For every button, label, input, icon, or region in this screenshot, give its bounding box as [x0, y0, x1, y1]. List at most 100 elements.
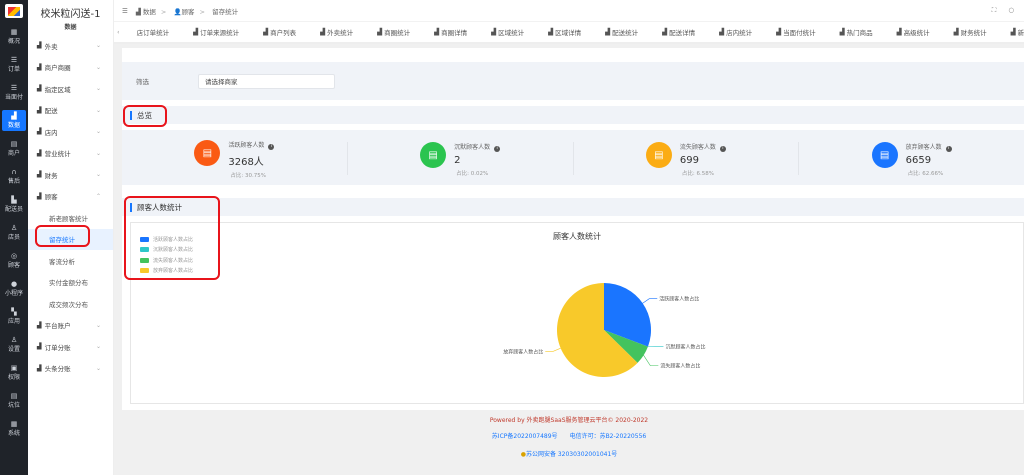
sidebar-item[interactable]: ▟ 外卖 ⌄: [28, 35, 113, 57]
rail-item-5[interactable]: ∩ 售后: [2, 166, 26, 187]
sidebar-item[interactable]: ▟ 平台账户 ⌄: [28, 315, 113, 337]
rail-item-14[interactable]: ▦ 系统: [2, 418, 26, 439]
chart-icon: ▟: [548, 28, 554, 36]
icp-link[interactable]: 苏ICP备2022007489号: [492, 433, 558, 440]
rail-item-0[interactable]: ▦ 概况: [2, 26, 26, 47]
rail-item-4[interactable]: ▤ 商户: [2, 138, 26, 159]
main-content: 筛选 请选择商家 总览 ▤ 活跃顾客人数 i 3268人 占比: 30.75% ▤ 沉默顾客…: [114, 44, 1024, 475]
sidebar-subitem[interactable]: 成交频次分布: [28, 293, 113, 315]
info-icon[interactable]: i: [494, 146, 501, 152]
tab[interactable]: ▟ 财务统计: [942, 22, 999, 42]
police-record-link[interactable]: 苏公网安备 32030302001041号: [526, 451, 617, 458]
rail-item-9[interactable]: ● 小程序: [2, 278, 26, 299]
sidebar-item[interactable]: ▟ 店内 ⌄: [28, 121, 113, 143]
menu-icon: ▟: [37, 128, 42, 136]
stat-value: 699: [679, 155, 699, 166]
menu-icon: ▟: [37, 149, 42, 157]
settings-icon[interactable]: ○: [1008, 6, 1014, 15]
info-icon[interactable]: i: [268, 144, 275, 150]
tab-label: 区域统计: [498, 29, 525, 37]
rail-item-label: 概况: [7, 38, 20, 45]
info-icon[interactable]: i: [945, 146, 952, 152]
tab[interactable]: ▟ 热门商品: [828, 22, 885, 42]
breadcrumb-item: 留存统计: [212, 7, 239, 16]
tab[interactable]: ▟ 店内统计: [707, 22, 764, 42]
clipboard-icon: ▤: [420, 142, 447, 168]
stat-label: 流失顾客人数: [679, 144, 716, 151]
rail-item-3[interactable]: ▟ 数据: [2, 110, 26, 131]
rail-item-13[interactable]: ▤ 坑位: [2, 390, 26, 411]
chart-section-header: 顾客人数统计: [122, 198, 1024, 216]
tab[interactable]: ▟ 区域详情: [536, 22, 593, 42]
chart-icon: ▟: [193, 28, 199, 36]
tab-label: 外卖统计: [327, 29, 354, 37]
highlight-annotation: [124, 196, 220, 280]
tab[interactable]: ▟ 区域统计: [479, 22, 536, 42]
rail-item-8[interactable]: ◎ 顾客: [2, 250, 26, 271]
windows-icon: ▦: [10, 420, 18, 428]
tab-label: 配送详情: [669, 29, 696, 37]
stat-percent: 占比: 6.58%: [681, 171, 714, 177]
rail-item-10[interactable]: ▚ 应用: [2, 306, 26, 327]
rail-item-7[interactable]: ♙ 店员: [2, 222, 26, 243]
tab[interactable]: ▟新老顾客统计: [999, 22, 1024, 42]
chart-icon: ▟: [377, 28, 383, 36]
tab[interactable]: ▟ 外卖统计: [308, 22, 365, 42]
tab[interactable]: ▟ 订单来源统计: [181, 22, 251, 42]
rail-item-label: 系统: [7, 430, 20, 437]
overview-header: 总览: [122, 106, 1024, 124]
chevron-down-icon: ⌄: [95, 343, 101, 351]
rail-item-2[interactable]: ☰ 当面付: [2, 82, 26, 103]
fullscreen-icon[interactable]: ⛶: [992, 6, 997, 15]
breadcrumb-item[interactable]: 👤顾客: [173, 8, 194, 16]
tab[interactable]: ▟ 商圈统计: [365, 22, 422, 42]
filter-bar: 筛选 请选择商家: [122, 62, 1024, 100]
tab[interactable]: ▟ 配送详情: [650, 22, 707, 42]
rail-item-1[interactable]: ☰ 订单: [2, 54, 26, 75]
sidebar-item[interactable]: ▟ 商户商圈 ⌄: [28, 57, 113, 79]
sidebar-item[interactable]: ▟ 营业统计 ⌄: [28, 143, 113, 165]
menu-icon: ▟: [37, 343, 42, 351]
telecom-license[interactable]: 电信许可：苏B2-20220556: [570, 433, 647, 440]
sidebar-item[interactable]: ▟ 财务 ⌄: [28, 164, 113, 186]
sidebar-subitem[interactable]: 客流分析: [28, 250, 113, 272]
list-icon: ☰: [10, 56, 18, 64]
tab-label: 商户列表: [270, 29, 297, 37]
menu-icon: ▟: [37, 192, 42, 200]
merchant-select[interactable]: 请选择商家: [198, 73, 335, 89]
tab-label: 当面付统计: [783, 29, 816, 37]
chart-icon: ▟: [434, 28, 440, 36]
menu-icon: ▟: [37, 63, 42, 71]
tab[interactable]: ▟ 配送统计: [593, 22, 650, 42]
rail-item-12[interactable]: ▣ 权限: [2, 362, 26, 383]
slice-label: 活跃顾客人数占比: [659, 296, 699, 303]
highlight-annotation: [123, 105, 167, 127]
rail-item-6[interactable]: ▙ 配送员: [2, 194, 26, 215]
rail-item-label: 顾客: [7, 262, 20, 269]
tab[interactable]: ▟ 当面付统计: [764, 22, 828, 42]
rail-item-11[interactable]: ♙ 设置: [2, 334, 26, 355]
tab[interactable]: ▟ 商户列表: [251, 22, 308, 42]
menu-toggle-icon[interactable]: ☰: [122, 7, 128, 15]
chevron-down-icon: ⌄: [95, 106, 101, 114]
tab[interactable]: ▟ 商圈详情: [422, 22, 479, 42]
tab-label: 商圈统计: [384, 29, 411, 37]
pie-chart: 活跃顾客人数占比沉默顾客人数占比流失顾客人数占比 放弃顾客人数占比: [503, 283, 705, 377]
sidebar-subitem[interactable]: 实付金额分布: [28, 272, 113, 294]
sidebar-item[interactable]: ▟ 订单分账 ⌄: [28, 336, 113, 358]
rail-item-label: 店员: [7, 234, 20, 241]
section-title: 数据: [64, 24, 77, 31]
rail-item-label: 订单: [7, 66, 20, 73]
sidebar-item[interactable]: ▟ 指定区域 ⌄: [28, 78, 113, 100]
info-icon[interactable]: i: [719, 146, 726, 152]
sidebar-item-label: 头条分账: [44, 365, 71, 374]
sidebar-item[interactable]: ▟ 顾客 ⌃: [28, 186, 113, 208]
sidebar-item[interactable]: ▟ 头条分账 ⌄: [28, 358, 113, 380]
sidebar-item-label: 营业统计: [44, 150, 71, 159]
tab[interactable]: ▟ 高级统计: [885, 22, 942, 42]
sidebar-item[interactable]: ▟ 配送 ⌄: [28, 100, 113, 122]
stat-value: 2: [454, 155, 461, 166]
tab[interactable]: 店订单统计: [123, 22, 182, 42]
breadcrumb-item[interactable]: ▟ 数据: [136, 8, 156, 16]
scroll-left-icon[interactable]: ‹: [114, 28, 123, 36]
